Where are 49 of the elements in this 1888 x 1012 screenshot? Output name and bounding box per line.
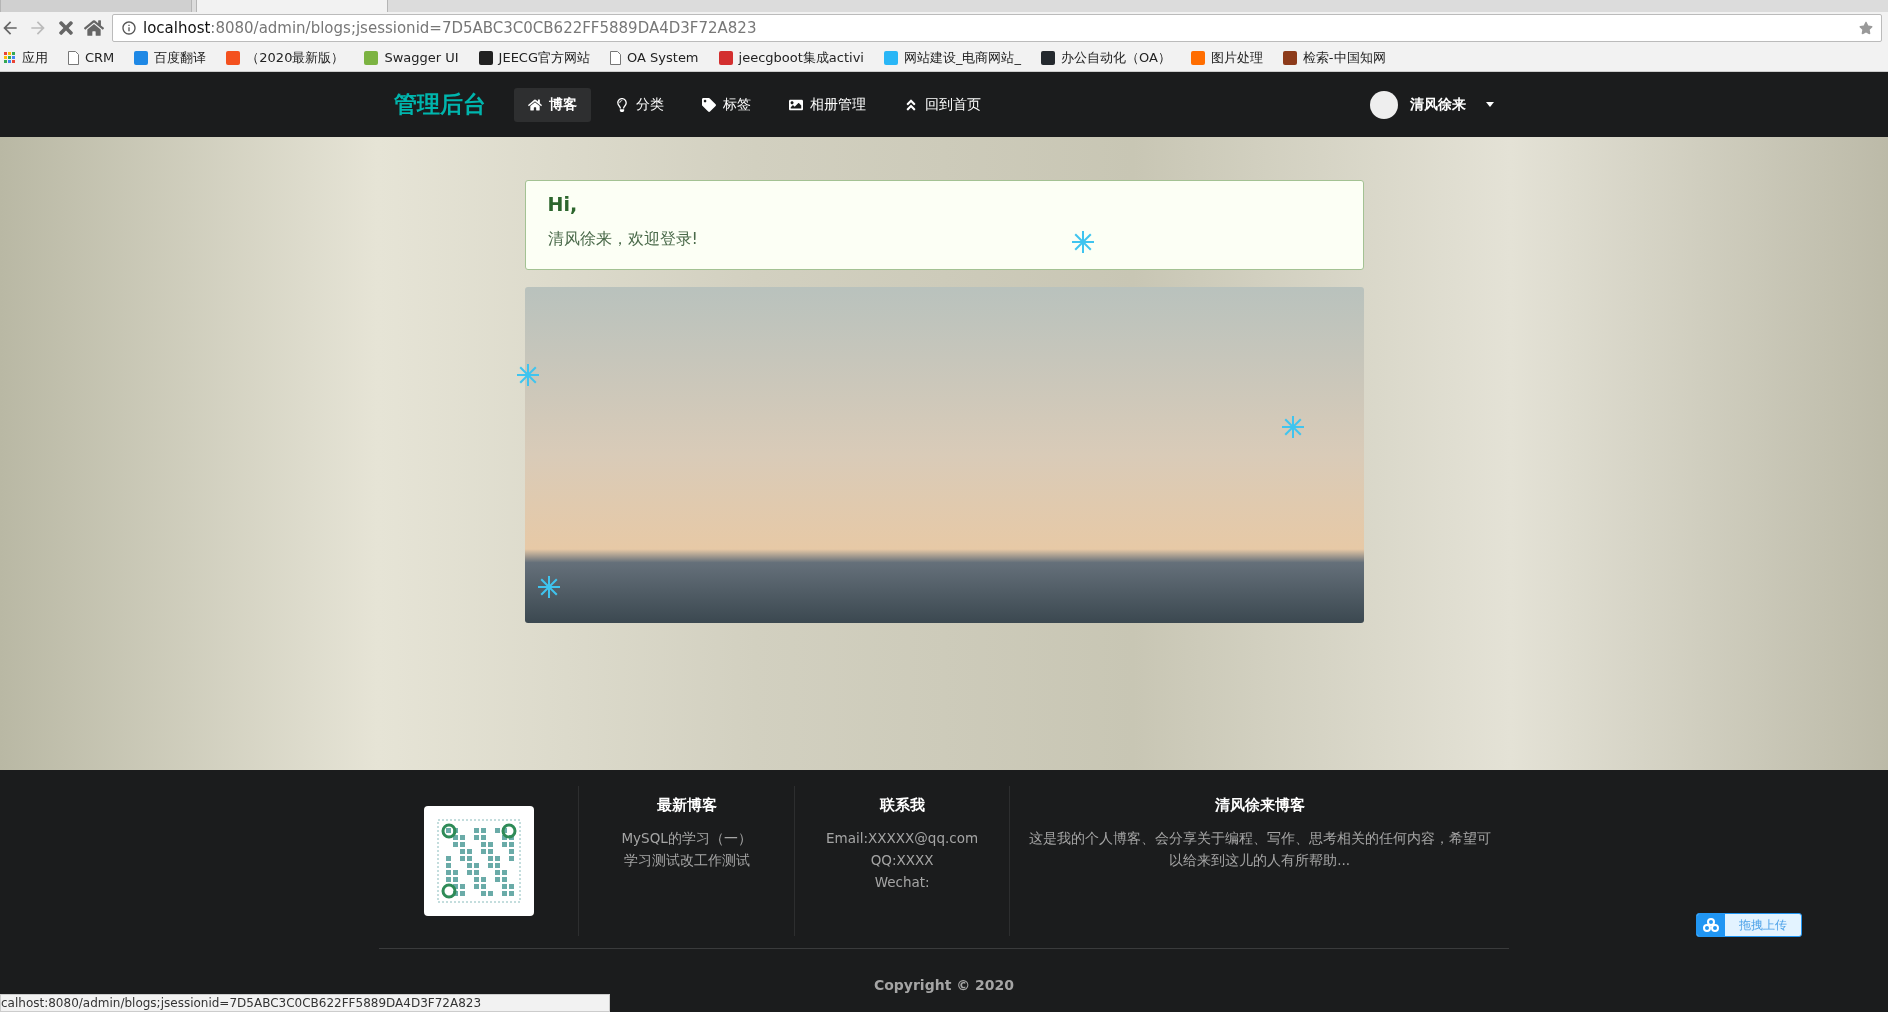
star-icon[interactable]	[1859, 21, 1873, 35]
address-bar[interactable]: localhost:8080/admin/blogs;jsessionid=7D5ABC3C0CB622FF5889DA4D3F72A823	[112, 14, 1882, 42]
cloud-icon	[1702, 918, 1720, 932]
bookmark[interactable]: CRM	[68, 50, 115, 65]
bookmark[interactable]: （2020最新版）	[226, 48, 345, 67]
home-icon	[528, 97, 542, 112]
caret-icon	[1486, 102, 1494, 107]
copyright-text: Copyright © 2020	[873, 977, 1015, 993]
nav-item[interactable]: 相册管理	[775, 87, 880, 122]
brand-title: 管理后台	[394, 90, 486, 119]
bookmark[interactable]: OA System	[610, 50, 699, 65]
footer-text: MySQL的学习（一）	[621, 829, 752, 848]
footer-heading: 最新博客	[656, 796, 717, 815]
footer-text: 这是我的个人博客、会分享关于编程、写作、思考相关的任何内容，希望可以给来到这儿的人有所帮助...	[1028, 829, 1491, 870]
nav-item[interactable]: 回到首页	[890, 87, 995, 122]
home-icon[interactable]	[84, 18, 104, 38]
footer-text: 学习测试改工作测试	[623, 851, 750, 870]
status-url: calhost:8080/admin/blogs;jsessionid=7D5ABC3C0CB622FF5889DA4D3F72A823	[0, 994, 610, 1012]
footer-text: Email:XXXXX@qq.com	[826, 829, 979, 848]
bookmark[interactable]: 网站建设_电商网站_	[883, 48, 1021, 67]
info-icon	[121, 20, 137, 36]
footer-heading: 清风徐来博客	[1214, 796, 1305, 815]
page-icon	[610, 50, 622, 65]
bookmark[interactable]: JEECG官方网站	[478, 48, 591, 67]
url-text: localhost:8080/admin/blogs;jsessionid=7D5ABC3C0CB622FF5889DA4D3F72A823	[143, 19, 758, 37]
footer-text: QQ:XXXX	[870, 851, 934, 870]
apps-grid-icon	[4, 51, 16, 64]
bookmark[interactable]: 图片处理	[1190, 48, 1263, 67]
page-icon	[68, 50, 79, 65]
nav-item[interactable]: 博客	[514, 87, 591, 122]
bookmark[interactable]: 应用	[4, 48, 48, 67]
lightbulb-icon	[615, 97, 629, 112]
footer-heading: 联系我	[879, 796, 925, 815]
bookmark[interactable]: 检索-中国知网	[1282, 48, 1386, 67]
welcome-message: 清风徐来，欢迎登录!	[547, 229, 698, 250]
image-icon	[789, 97, 803, 112]
greeting: Hi,	[547, 193, 578, 215]
avatar	[1370, 90, 1398, 119]
nav-item[interactable]: 分类	[601, 87, 678, 122]
bookmark[interactable]: 百度翻译	[134, 48, 207, 67]
tag-icon	[702, 97, 716, 112]
bookmark[interactable]: jeecgboot集成activi	[718, 48, 864, 67]
double-chevron-up-icon	[904, 97, 918, 112]
bookmark[interactable]: Swagger UI	[364, 50, 459, 65]
user-menu[interactable]: 清风徐来	[1370, 90, 1494, 119]
stop-icon[interactable]	[56, 18, 76, 38]
nav-item[interactable]: 标签	[688, 87, 765, 122]
footer-text: Wechat:	[874, 873, 930, 892]
bookmark[interactable]: 办公自动化（OA）	[1040, 48, 1171, 67]
